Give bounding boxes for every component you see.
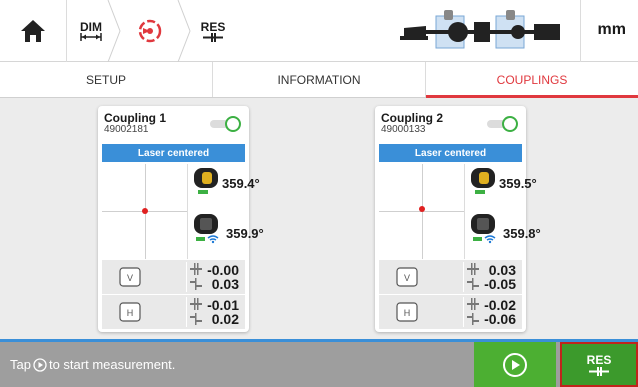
coupling-serial: 49002181 [104, 124, 149, 135]
horizontal-view-icon: H [119, 302, 141, 322]
vertical-view-icon: V [119, 267, 141, 287]
sensor-angle: 359.8° [503, 226, 541, 241]
offset-icon [190, 278, 202, 290]
horizontal-offset-value: -0.06 [484, 311, 516, 327]
play-circle-icon [33, 357, 47, 372]
gap-icon [190, 298, 202, 310]
tab-bar: SETUP INFORMATION COUPLINGS [0, 62, 638, 98]
nav-divider [66, 0, 67, 62]
results-button[interactable]: RES [560, 342, 638, 387]
laser-target-icon [138, 19, 162, 43]
bottom-bar: Tap to start measurement. RES [0, 342, 638, 387]
svg-text:V: V [127, 273, 133, 283]
sensor-angle: 359.4° [222, 176, 260, 191]
vertical-offset-value: 0.03 [211, 276, 239, 292]
nav-dim-label: DIM [80, 20, 102, 34]
hint-suffix: to start measurement. [48, 357, 176, 372]
nav-target-button[interactable] [124, 8, 176, 54]
sensor-bottom: 359.9° [192, 212, 264, 256]
tab-couplings[interactable]: COUPLINGS [426, 62, 638, 98]
start-measurement-button[interactable] [474, 342, 556, 387]
vertical-offset-value: -0.05 [484, 276, 516, 292]
coupling-title: Coupling 2 [381, 111, 443, 125]
coupling-title: Coupling 1 [104, 111, 166, 125]
horizontal-offset-value: 0.02 [211, 311, 239, 327]
results-button-label: RES [586, 353, 612, 367]
offset-icon [467, 278, 479, 290]
gap-icon [190, 263, 202, 275]
laser-status-banner: Laser centered [102, 144, 245, 162]
vertical-values: V 0.03 -0.05 [379, 260, 522, 294]
results-icon [203, 32, 223, 42]
horizontal-values: H -0.01 0.02 [102, 295, 245, 329]
horizontal-view-icon: H [396, 302, 418, 322]
laser-dot [142, 208, 148, 214]
nav-dim-button[interactable]: DIM [74, 8, 108, 54]
laser-target-view [102, 164, 188, 259]
unit-button[interactable]: mm [598, 21, 626, 39]
gap-icon [467, 263, 479, 275]
vertical-values: V -0.00 0.03 [102, 260, 245, 294]
laser-status-banner: Laser centered [379, 144, 522, 162]
coupling-card-2[interactable]: Coupling 2 49000133 Laser centered 359.5… [375, 106, 541, 332]
gap-icon [467, 298, 479, 310]
sensor-bottom: 359.8° [469, 212, 541, 256]
nav-divider [580, 0, 581, 62]
tab-setup[interactable]: SETUP [0, 62, 213, 97]
sensor-top: 359.4° [192, 166, 260, 210]
nav-res-label: RES [200, 19, 226, 34]
results-icon [589, 367, 609, 376]
svg-text:H: H [127, 308, 134, 318]
nav-res-button[interactable]: RES [196, 8, 230, 54]
measurement-hint: Tap to start measurement. [10, 357, 175, 372]
offset-icon [467, 313, 479, 325]
coupling-card-1[interactable]: Coupling 1 49002181 Laser centered 359.4… [98, 106, 264, 332]
svg-text:H: H [404, 308, 411, 318]
sensor-top: 359.5° [469, 166, 537, 210]
dim-icon [80, 33, 102, 41]
home-button[interactable] [8, 10, 58, 52]
sensor-angle: 359.9° [226, 226, 264, 241]
machine-train-icon [400, 10, 560, 49]
laser-dot [419, 206, 425, 212]
horizontal-values: H -0.02 -0.06 [379, 295, 522, 329]
breadcrumb-chevron [107, 0, 121, 62]
laser-sensor-icon [471, 168, 495, 194]
breadcrumb-chevron [177, 0, 191, 62]
laser-sensor-icon [194, 168, 218, 194]
coupling-toggle[interactable] [486, 116, 518, 132]
laser-target-view [379, 164, 465, 259]
vertical-view-icon: V [396, 267, 418, 287]
play-icon [503, 352, 527, 377]
sensor-wifi-icon [194, 214, 219, 244]
coupling-serial: 49000133 [381, 124, 426, 135]
sensor-wifi-icon [471, 214, 496, 244]
home-icon [21, 20, 45, 42]
tab-information[interactable]: INFORMATION [213, 62, 426, 97]
coupling-toggle[interactable] [209, 116, 241, 132]
sensor-angle: 359.5° [499, 176, 537, 191]
offset-icon [190, 313, 202, 325]
svg-text:V: V [404, 273, 410, 283]
hint-prefix: Tap [10, 357, 31, 372]
top-nav-bar: DIM RES mm [0, 0, 638, 62]
